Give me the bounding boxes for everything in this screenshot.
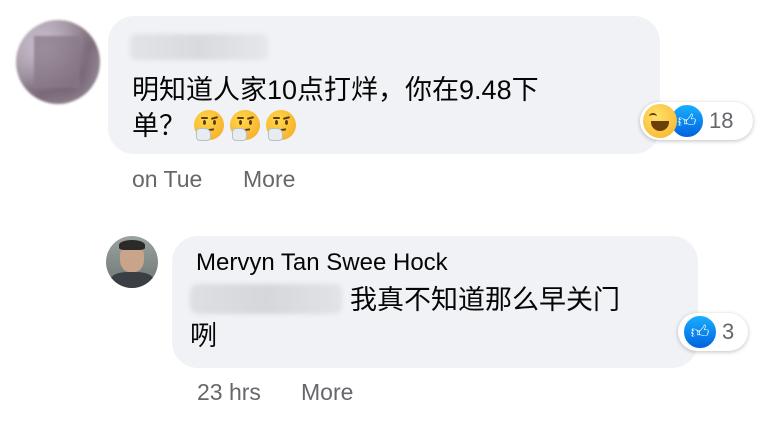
thinking-face-icon [228,108,262,142]
thinking-face-icon [264,108,298,142]
comment-text-line: 单？ [132,111,186,141]
commenter-avatar[interactable] [106,236,158,288]
like-icon: 👍︎ [682,314,718,350]
reaction-count: 3 [722,319,735,344]
comment-text-line: 我真不知道那么早关门 [350,285,620,315]
commenter-avatar-blurred[interactable] [16,20,100,104]
comment-timestamp[interactable]: on Tue [132,166,202,193]
emoji-group [192,108,298,142]
reaction-summary[interactable]: 👍︎ 3 [678,313,748,351]
thinking-face-icon [192,108,226,142]
reaction-count: 18 [709,108,734,133]
author-name[interactable]: Mervyn Tan Swee Hock [196,249,448,277]
mention-tag-blurred[interactable] [190,284,342,314]
comment-text-line: 明知道人家10点打烊，你在9.48下 [132,75,539,105]
laugh-icon [643,104,677,138]
reaction-summary[interactable]: 👍︎ 18 [640,102,753,140]
commenter-name-blurred[interactable] [130,34,268,60]
more-button[interactable]: More [301,379,353,406]
comment-text-line: 咧 [190,321,217,351]
more-button[interactable]: More [243,166,295,193]
comment-timestamp[interactable]: 23 hrs [197,379,261,406]
